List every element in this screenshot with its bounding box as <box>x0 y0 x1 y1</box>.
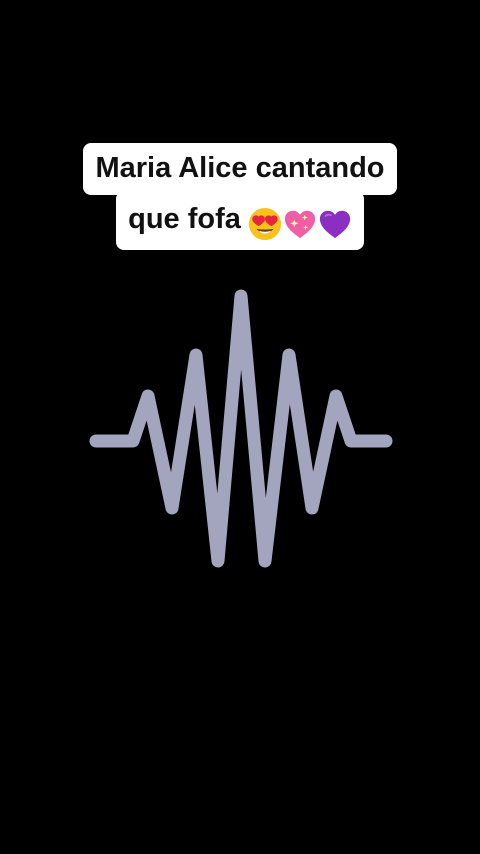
caption-emojis <box>247 204 352 243</box>
sparkling-heart-emoji-icon <box>284 211 316 239</box>
heart-eyes-emoji-icon <box>248 208 281 241</box>
sound-wave-icon <box>89 289 393 568</box>
video-screen[interactable]: Maria Alice cantando que fofa <box>0 0 480 854</box>
sound-wave-line <box>89 289 393 568</box>
caption-line-2: que fofa <box>116 191 364 250</box>
caption-line-1: Maria Alice cantando <box>83 143 397 195</box>
purple-heart-emoji-icon <box>319 211 351 239</box>
caption-line-2-text: que fofa <box>128 203 241 235</box>
